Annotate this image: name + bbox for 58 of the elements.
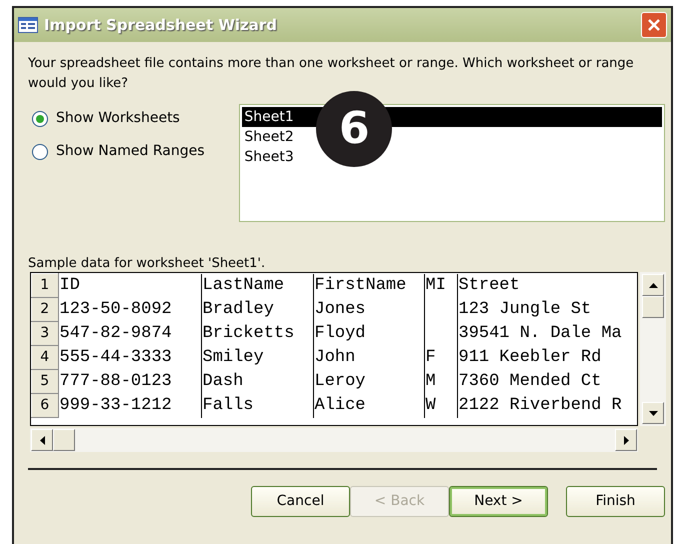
- table-cell: 123-50-8092: [58, 298, 201, 322]
- close-icon: [647, 18, 661, 32]
- table-cell: Bricketts: [201, 322, 313, 346]
- table-cell: Bradley: [201, 298, 313, 322]
- horizontal-scrollbar[interactable]: [30, 428, 638, 452]
- window-title: Import Spreadsheet Wizard: [44, 14, 278, 36]
- table-cell: Floyd: [313, 322, 424, 346]
- table-cell: 999-33-1212: [58, 394, 201, 418]
- wizard-button[interactable]: Next >: [449, 486, 548, 517]
- down-arrow-icon: [648, 410, 658, 416]
- app-icon: [18, 17, 38, 33]
- scroll-thumb[interactable]: [53, 429, 75, 451]
- table-cell: Street: [457, 274, 637, 298]
- table-cell: MI: [424, 274, 457, 298]
- scroll-up-button[interactable]: [642, 274, 664, 296]
- vertical-scrollbar[interactable]: [640, 272, 666, 426]
- table-cell: 39541 N. Dale Ma: [457, 322, 637, 346]
- row-header: 5: [32, 370, 58, 394]
- close-button[interactable]: [641, 12, 667, 38]
- table-cell: W: [424, 394, 457, 418]
- table-cell: 123 Jungle St: [457, 298, 637, 322]
- sample-caption: Sample data for worksheet 'Sheet1'.: [27, 255, 266, 272]
- scroll-thumb[interactable]: [642, 296, 664, 318]
- table-cell: FirstName: [313, 274, 424, 298]
- table-cell: LastName: [201, 274, 313, 298]
- row-header: 4: [32, 346, 58, 370]
- table-cell: Dash: [201, 370, 313, 394]
- row-header: 6: [32, 394, 58, 418]
- table-cell: Alice: [313, 394, 424, 418]
- callout-tooltip: 6: [316, 91, 392, 167]
- table-cell: F: [424, 346, 457, 370]
- table-cell: Smiley: [201, 346, 313, 370]
- table-cell: Jones: [313, 298, 424, 322]
- table-cell: 2122 Riverbend R: [457, 394, 637, 418]
- right-arrow-icon: [624, 436, 628, 444]
- row-header: 3: [32, 322, 58, 346]
- table-cell: ID: [58, 274, 201, 298]
- scroll-left-button[interactable]: [31, 429, 53, 451]
- table-cell: 911 Keebler Rd: [457, 346, 637, 370]
- left-arrow-icon: [40, 436, 44, 444]
- wizard-button[interactable]: Cancel: [251, 486, 350, 517]
- scroll-down-button[interactable]: [642, 402, 664, 424]
- prompt-text: Your spreadsheet file contains more than one worksheet or range. Which worksheet or range would you like?: [27, 55, 635, 93]
- wizard-button[interactable]: Finish: [566, 486, 665, 517]
- table-cell: M: [424, 370, 457, 394]
- table-cell: Leroy: [313, 370, 424, 394]
- row-header: 2: [32, 298, 58, 322]
- radio-option[interactable]: Show Named Ranges: [32, 141, 240, 162]
- table-cell: 547-82-9874: [58, 322, 201, 346]
- up-arrow-icon: [648, 282, 658, 288]
- table-cell: John: [313, 346, 424, 370]
- table-cell: 777-88-0123: [58, 370, 201, 394]
- table-cell: 555-44-3333: [58, 346, 201, 370]
- row-header: 1: [32, 274, 58, 298]
- radio-option[interactable]: Show Worksheets: [32, 108, 240, 129]
- table-cell: Falls: [201, 394, 313, 418]
- scroll-right-button[interactable]: [615, 429, 637, 451]
- table-cell: 7360 Mended Ct: [457, 370, 637, 394]
